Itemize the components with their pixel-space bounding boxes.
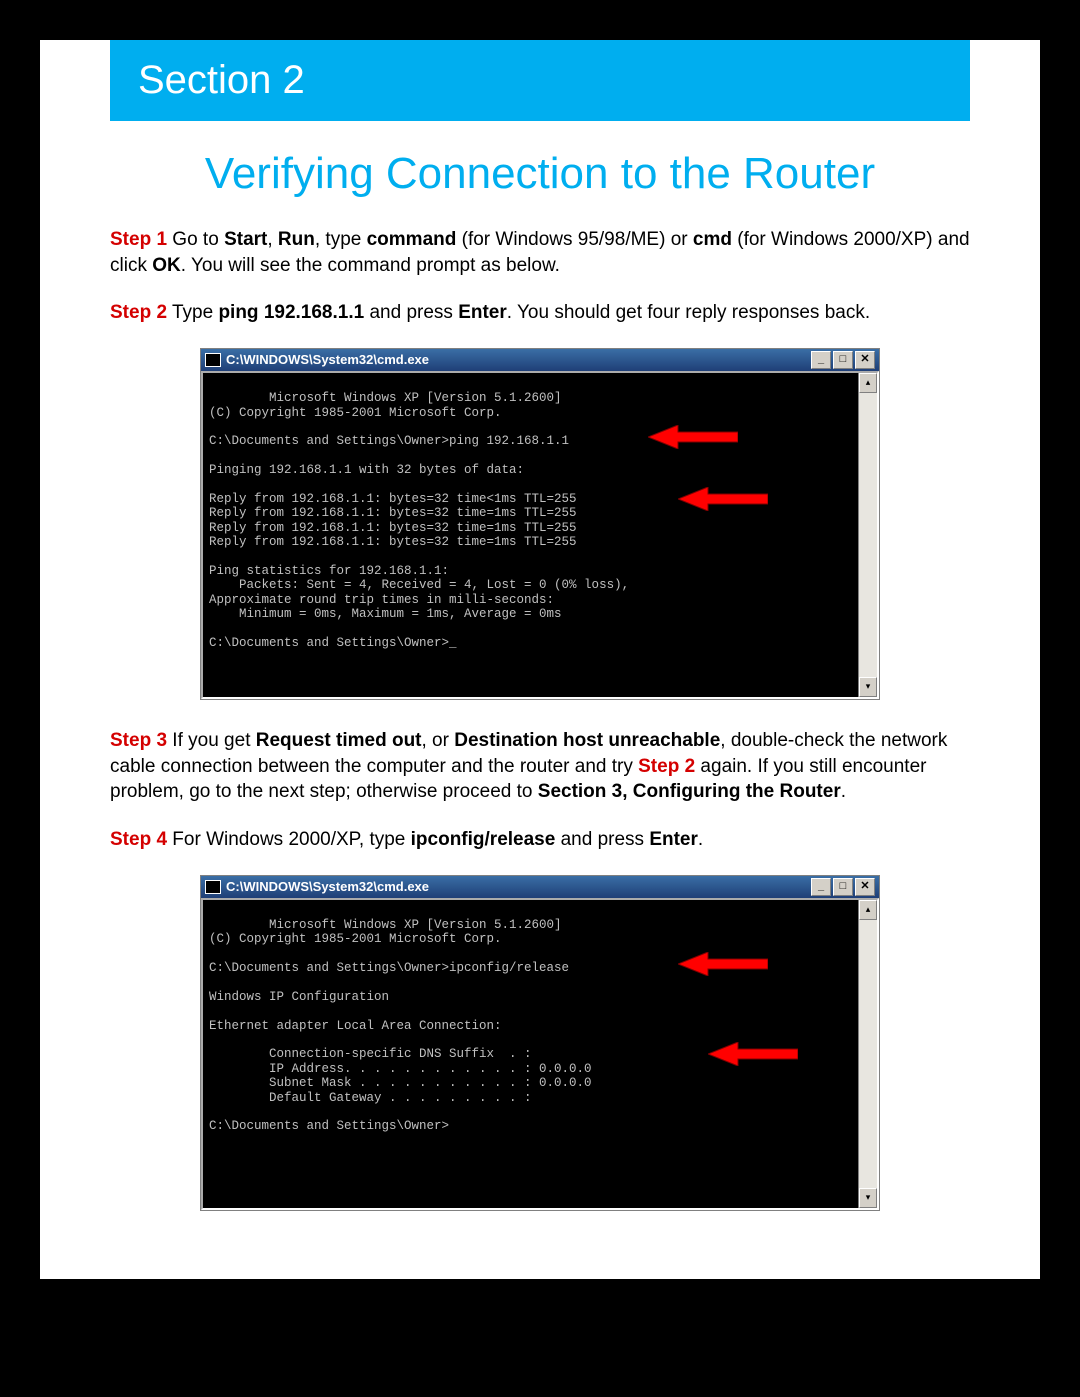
scroll-up-button[interactable]: ▴ [859,900,877,920]
cmd-titlebar: C:\WINDOWS\System32\cmd.exe _ □ ✕ [201,876,879,898]
cmd-title-text: C:\WINDOWS\System32\cmd.exe [226,879,811,894]
scrollbar[interactable]: ▴ ▾ [858,900,877,1208]
step-1-label: Step 1 [110,229,167,250]
step-3-label: Step 3 [110,730,167,751]
step-3-text: Step 3 If you get Request timed out, or … [110,728,970,805]
scroll-down-button[interactable]: ▾ [859,1188,877,1208]
console-text: Microsoft Windows XP [Version 5.1.2600] … [209,918,592,1133]
maximize-button[interactable]: □ [833,351,853,369]
close-button[interactable]: ✕ [855,878,875,896]
cmd-title-text: C:\WINDOWS\System32\cmd.exe [226,352,811,367]
cmd-window-ping: C:\WINDOWS\System32\cmd.exe _ □ ✕ Micros… [200,348,880,700]
maximize-button[interactable]: □ [833,878,853,896]
console-wrap: Microsoft Windows XP [Version 5.1.2600] … [201,898,879,1210]
minimize-button[interactable]: _ [811,878,831,896]
console-wrap: Microsoft Windows XP [Version 5.1.2600] … [201,371,879,699]
cmd-titlebar: C:\WINDOWS\System32\cmd.exe _ □ ✕ [201,349,879,371]
scroll-down-button[interactable]: ▾ [859,677,877,697]
cmd-window-ipconfig: C:\WINDOWS\System32\cmd.exe _ □ ✕ Micros… [200,875,880,1211]
step-1-text: Step 1 Go to Start, Run, type command (f… [110,227,970,278]
document-page: Section 2 Verifying Connection to the Ro… [40,40,1040,1279]
arrow-icon [633,1028,723,1052]
section-banner: Section 2 [110,40,970,121]
scrollbar[interactable]: ▴ ▾ [858,373,877,697]
step-4-label: Step 4 [110,829,167,850]
arrow-icon [603,938,693,962]
step-4-text: Step 4 For Windows 2000/XP, type ipconfi… [110,827,970,853]
cmd-icon [205,353,221,367]
console-output: Microsoft Windows XP [Version 5.1.2600] … [203,373,858,697]
console-text: Microsoft Windows XP [Version 5.1.2600] … [209,391,629,649]
page-title: Verifying Connection to the Router [110,149,970,199]
arrow-icon [603,473,693,497]
console-output: Microsoft Windows XP [Version 5.1.2600] … [203,900,858,1208]
step-2-text: Step 2 Type ping 192.168.1.1 and press E… [110,300,970,326]
scroll-up-button[interactable]: ▴ [859,373,877,393]
step-2-label: Step 2 [110,302,167,323]
scroll-track[interactable] [859,920,877,1188]
close-button[interactable]: ✕ [855,351,875,369]
arrow-icon [573,411,663,435]
scroll-track[interactable] [859,393,877,677]
cmd-icon [205,880,221,894]
minimize-button[interactable]: _ [811,351,831,369]
